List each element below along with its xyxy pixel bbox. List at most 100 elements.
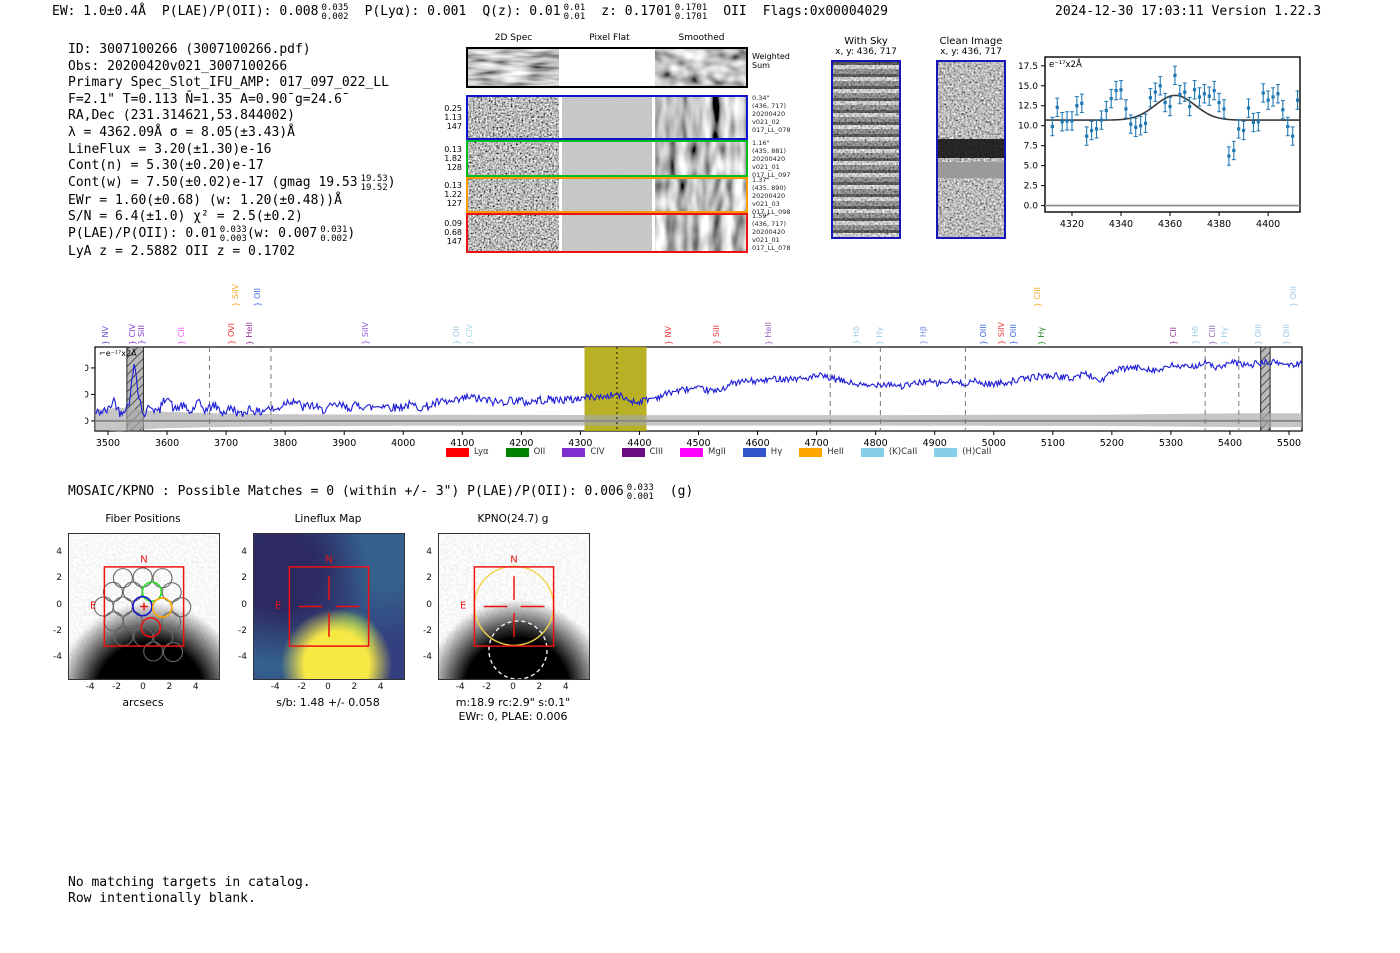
legend-swatch bbox=[446, 447, 469, 457]
line-fit-plot-svg: 4320 4340 4360 4380 4400 0.0 2.5 5.0 7.5 10.0 12.5… bbox=[1018, 56, 1301, 230]
legend-swatch bbox=[742, 447, 766, 457]
spec2d-raw-cell bbox=[468, 142, 559, 175]
footer-line-2: Row intentionally blank. bbox=[68, 890, 256, 906]
header-seg-4: z: 0.1701 0.1701 0.1701 bbox=[601, 3, 708, 22]
svg-text:2.5: 2.5 bbox=[1024, 182, 1038, 192]
svg-text:3800: 3800 bbox=[273, 438, 297, 449]
header-seg-2: P(Lyα): 0.001 bbox=[364, 4, 467, 19]
line-fit-plot: 4320 4340 4360 4380 4400 0.0 2.5 5.0 7.5 10.0 12.5… bbox=[1005, 50, 1305, 235]
full-spectrum-svg: 3500 3600 3700 3800 3900 4000 4100 4200 4300 4400… bbox=[85, 346, 1303, 449]
cutout-overlay: NE bbox=[275, 554, 370, 647]
noise-texture bbox=[468, 215, 559, 251]
legend-label: MgII bbox=[708, 447, 726, 457]
legend-item-2: CIV bbox=[562, 447, 605, 457]
svg-text:3500: 3500 bbox=[96, 438, 120, 449]
spec2d-col-header-1: Pixel Flat bbox=[589, 33, 630, 43]
svg-text:5.0: 5.0 bbox=[1024, 162, 1039, 172]
spec2d-raw-cell bbox=[468, 97, 559, 138]
spec2d-left-label-0: 0.25 1.13 147 bbox=[444, 103, 462, 131]
header-seg-0: EW: 1.0±0.4Å bbox=[52, 4, 146, 19]
cutout-ytick: 4 bbox=[241, 546, 247, 557]
with-sky-image bbox=[831, 60, 901, 239]
legend-swatch bbox=[562, 447, 586, 457]
info-seg: EWr = 1.60(±0.68) (w: 1.20(±0.48))Å bbox=[68, 192, 342, 208]
svg-text:5500: 5500 bbox=[1277, 438, 1301, 449]
info-line-2: Primary Spec_Slot_IFU_AMP: 017_097_022_L… bbox=[68, 75, 396, 92]
noise-texture bbox=[468, 179, 559, 211]
legend-item-4: MgII bbox=[680, 447, 726, 457]
info-line-7: Cont(n) = 5.30(±0.20)e-17 bbox=[68, 158, 396, 175]
legend-swatch bbox=[934, 447, 958, 457]
info-seg: RA,Dec (231.314621,53.844002) bbox=[68, 108, 295, 124]
clean-image bbox=[936, 60, 1006, 239]
info-seg: Primary Spec_Slot_IFU_AMP: 017_097_022_L… bbox=[68, 75, 389, 91]
header-seg-1: P(LAE)/P(OII): 0.008 0.035 0.002 bbox=[161, 3, 349, 22]
svg-text:20: 20 bbox=[85, 364, 89, 374]
spec2d-raw-cell bbox=[468, 215, 559, 251]
info-line-11: P(LAE)/P(OII): 0.01 0.033 0.003 (w: 0.007 0.… bbox=[68, 224, 396, 244]
cutout-xtick: 4 bbox=[192, 682, 199, 692]
kpno-g-cutout: NE bbox=[438, 533, 590, 680]
legend-label: Lyα bbox=[474, 447, 489, 457]
clean-gray-band bbox=[938, 161, 1004, 178]
legend-label: CIV bbox=[590, 447, 605, 457]
clean-dark-band bbox=[938, 139, 1004, 159]
cutout-xtick: -4 bbox=[455, 682, 465, 692]
cutout-xtick: -4 bbox=[85, 682, 95, 692]
legend-label: (H)CaII bbox=[962, 447, 992, 457]
svg-text:4400: 4400 bbox=[1256, 219, 1280, 230]
noise-texture bbox=[468, 142, 559, 175]
svg-text:4000: 4000 bbox=[391, 438, 415, 449]
spec2d-col-header-2: Smoothed bbox=[678, 33, 725, 43]
svg-text:4380: 4380 bbox=[1207, 219, 1231, 230]
cutout-xlabel-1: s/b: 1.48 +/- 0.058 bbox=[276, 696, 380, 709]
spec2d-right-label-2: 1.37" (435, 890) 20200420 v021_03 017_LL_098 bbox=[752, 176, 791, 216]
info-seg: ID: 3007100266 (3007100266.pdf) bbox=[68, 42, 311, 57]
cutout-ytick: -4 bbox=[53, 652, 62, 663]
cutout-title-1: Lineflux Map bbox=[294, 513, 362, 525]
noise-texture bbox=[655, 49, 747, 86]
header-summary-line: EW: 1.0±0.4Å P(LAE)/P(OII): 0.008 0.035 0.0… bbox=[52, 4, 904, 22]
catalog-match-line: MOSAIC/KPNO : Possible Matches = 0 (with… bbox=[68, 484, 709, 502]
weighted-2dspec-cell bbox=[468, 49, 559, 86]
weighted-pixelflat-cell bbox=[561, 49, 653, 86]
cutout-xtick: 0 bbox=[510, 682, 516, 692]
cutout-ytick: 2 bbox=[426, 573, 432, 584]
info-line-0: ID: 3007100266 (3007100266.pdf) bbox=[68, 42, 396, 59]
legend-item-3: CIII bbox=[621, 447, 664, 457]
cutout-xtick: 2 bbox=[351, 682, 358, 692]
cutout-xtick: -2 bbox=[112, 682, 122, 692]
svg-text:4340: 4340 bbox=[1109, 219, 1133, 230]
svg-text:3900: 3900 bbox=[332, 438, 356, 449]
info-line-5: λ = 4362.09Å σ = 8.05(±3.43)Å bbox=[68, 125, 396, 142]
spec2d-pixelflat-cell bbox=[561, 142, 653, 175]
stacked-limits: 0.035 0.002 bbox=[321, 3, 349, 22]
weighted-sum-label: Weighted Sum bbox=[752, 52, 790, 70]
svg-text:e⁻¹⁷x2Å: e⁻¹⁷x2Å bbox=[1049, 58, 1082, 70]
noise-texture bbox=[655, 142, 747, 175]
cutout-xtick: 2 bbox=[166, 682, 173, 692]
header-seg-6: Flags:0x00004029 bbox=[762, 4, 888, 19]
svg-text:E: E bbox=[460, 600, 466, 611]
spec2d-right-label-3: 1.59" (436, 717) 20200420 v021_01 017_LL_078 bbox=[752, 212, 791, 252]
noise-texture bbox=[561, 215, 653, 251]
info-line-3: F=2.1" T=0.113 N̄=1.35 A=0.90̄ g=24.6̄ bbox=[68, 92, 396, 109]
cutout-ytick: -4 bbox=[423, 652, 432, 663]
info-seg: λ = 4362.09Å σ = 8.05(±3.43)Å bbox=[68, 124, 295, 140]
svg-text:N: N bbox=[325, 554, 332, 565]
spec2d-row-0 bbox=[466, 95, 748, 140]
svg-text:10: 10 bbox=[85, 390, 89, 400]
legend-label: (K)CaII bbox=[888, 447, 918, 457]
sky-stripe-overlay bbox=[833, 62, 899, 237]
stacked-limits: 0.031 0.002 bbox=[320, 224, 348, 244]
stacked-limits: 19.53 19.52 bbox=[360, 173, 388, 193]
sky-panel-title-1: Clean Image bbox=[939, 36, 1003, 47]
legend-label: CIII bbox=[649, 447, 664, 457]
svg-text:⌐e⁻¹⁷x2Å: ⌐e⁻¹⁷x2Å bbox=[99, 347, 137, 358]
svg-text:5100: 5100 bbox=[1041, 438, 1065, 449]
svg-text:5200: 5200 bbox=[1100, 438, 1124, 449]
legend-label: OII bbox=[533, 447, 546, 457]
legend-item-0: Lyα bbox=[446, 447, 489, 457]
svg-text:12.5: 12.5 bbox=[1018, 102, 1038, 112]
cutout-ytick: 2 bbox=[241, 573, 247, 584]
